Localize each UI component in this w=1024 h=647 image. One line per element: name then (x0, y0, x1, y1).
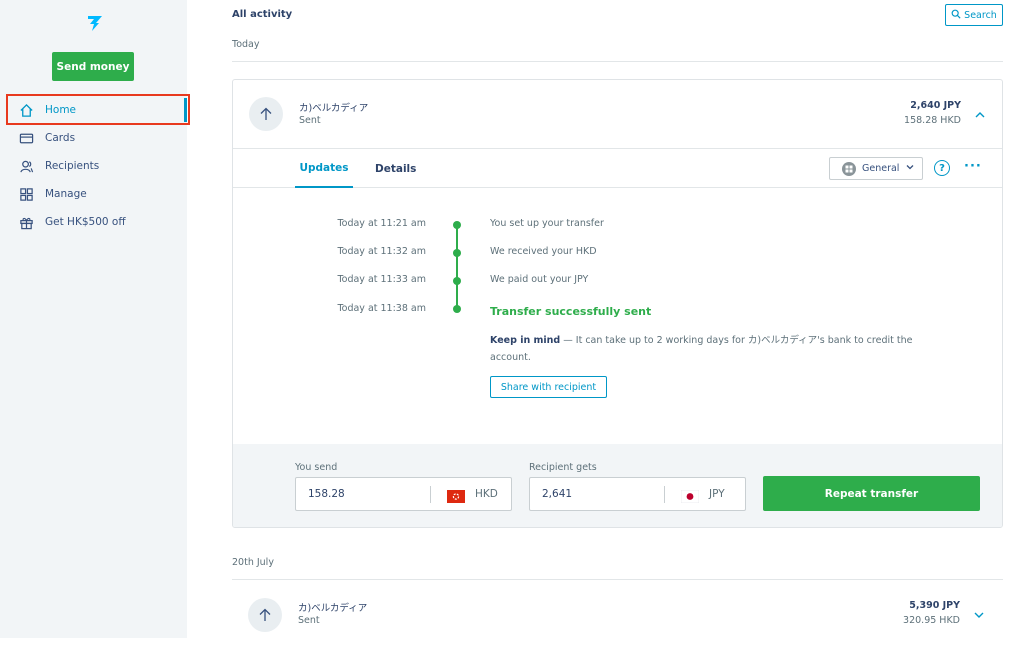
category-label: General (862, 163, 900, 174)
tab-details[interactable]: Details (375, 149, 416, 188)
transaction-row[interactable]: カ)ベルカディア Sent 2,640 JPY 158.28 HKD (233, 80, 1002, 148)
timeline-time: Today at 11:38 am (337, 303, 426, 314)
transaction-status: Sent (298, 615, 320, 626)
sent-arrow-icon (248, 598, 282, 632)
grid-icon (18, 186, 34, 202)
recipient-gets-value: 2,641 (542, 488, 573, 500)
recipients-icon (18, 158, 34, 174)
day-label-today: Today (232, 39, 260, 50)
transaction-source-amount: 320.95 HKD (903, 615, 960, 626)
keep-in-mind-title: Keep in mind (490, 335, 561, 346)
chevron-down-icon[interactable] (972, 607, 986, 621)
transaction-tabs: Updates Details General ? ··· (233, 148, 1002, 188)
transaction-amount: 5,390 JPY (909, 600, 960, 611)
search-icon (951, 9, 961, 22)
timeline-time: Today at 11:32 am (337, 246, 426, 257)
japan-flag-icon (680, 488, 700, 504)
send-money-button[interactable]: Send money (52, 52, 134, 81)
search-label: Search (964, 9, 997, 21)
sent-arrow-icon (249, 97, 283, 131)
more-icon[interactable]: ··· (964, 159, 982, 174)
transaction-name: カ)ベルカディア (298, 603, 368, 614)
sidebar-item-label: Get HK$500 off (45, 216, 126, 228)
you-send-currency: HKD (475, 488, 498, 500)
hong-kong-flag-icon (447, 488, 465, 503)
chevron-down-icon (905, 162, 915, 175)
repeat-transfer-panel: You send 158.28 HKD Recipient gets 2,641… (233, 444, 1002, 527)
category-icon (842, 161, 856, 176)
timeline-dot (453, 277, 461, 285)
you-send-field[interactable]: 158.28 HKD (295, 477, 512, 511)
transaction-row[interactable]: カ)ベルカディア Sent 5,390 JPY 320.95 HKD (232, 579, 1003, 647)
timeline-line (456, 225, 458, 309)
field-divider (664, 486, 665, 503)
transaction-card-expanded: カ)ベルカディア Sent 2,640 JPY 158.28 HKD Updat… (232, 79, 1003, 528)
recipient-gets-label: Recipient gets (529, 462, 597, 473)
gift-icon (18, 214, 34, 230)
timeline-text: We paid out your JPY (490, 274, 589, 285)
share-with-recipient-button[interactable]: Share with recipient (490, 376, 607, 398)
you-send-value: 158.28 (308, 488, 345, 500)
search-button[interactable]: Search (945, 4, 1003, 26)
page-title: All activity (232, 9, 293, 20)
timeline-success-text: Transfer successfully sent (490, 305, 652, 318)
timeline-dot (453, 305, 461, 313)
transaction-status: Sent (299, 115, 321, 126)
question-icon[interactable]: ? (934, 160, 950, 176)
recipient-gets-field[interactable]: 2,641 JPY (529, 477, 746, 511)
chevron-up-icon[interactable] (973, 107, 987, 121)
sidebar-item-label: Cards (45, 132, 76, 144)
tab-updates[interactable]: Updates (295, 149, 353, 188)
recipient-gets-currency: JPY (709, 488, 725, 500)
sidebar-item-cards[interactable]: Cards (0, 124, 187, 152)
transaction-name: カ)ベルカディア (299, 103, 369, 114)
sidebar-item-label: Manage (45, 188, 87, 200)
transaction-amount: 2,640 JPY (910, 100, 961, 111)
category-select[interactable]: General (829, 157, 923, 180)
timeline-dot (453, 249, 461, 257)
timeline-dot (453, 221, 461, 229)
sidebar: Send money Home Cards Recipients Manage (0, 0, 190, 638)
repeat-transfer-button[interactable]: Repeat transfer (763, 476, 980, 511)
sidebar-item-manage[interactable]: Manage (0, 180, 187, 208)
timeline-time: Today at 11:21 am (337, 218, 426, 229)
highlight-box (6, 94, 190, 125)
transaction-source-amount: 158.28 HKD (904, 115, 961, 126)
sidebar-item-label: Recipients (45, 160, 100, 172)
field-divider (430, 486, 431, 503)
timeline-text: We received your HKD (490, 246, 597, 257)
timeline-time: Today at 11:33 am (337, 274, 426, 285)
divider (232, 61, 1003, 62)
sidebar-item-get-offer[interactable]: Get HK$500 off (0, 208, 187, 236)
you-send-label: You send (295, 462, 338, 473)
card-icon (18, 130, 34, 146)
keep-in-mind-note: Keep in mind — It can take up to 2 worki… (490, 332, 920, 366)
sidebar-item-recipients[interactable]: Recipients (0, 152, 187, 180)
wise-logo-icon[interactable] (84, 12, 106, 34)
day-label-date: 20th July (232, 557, 274, 568)
timeline-text: You set up your transfer (490, 218, 604, 229)
